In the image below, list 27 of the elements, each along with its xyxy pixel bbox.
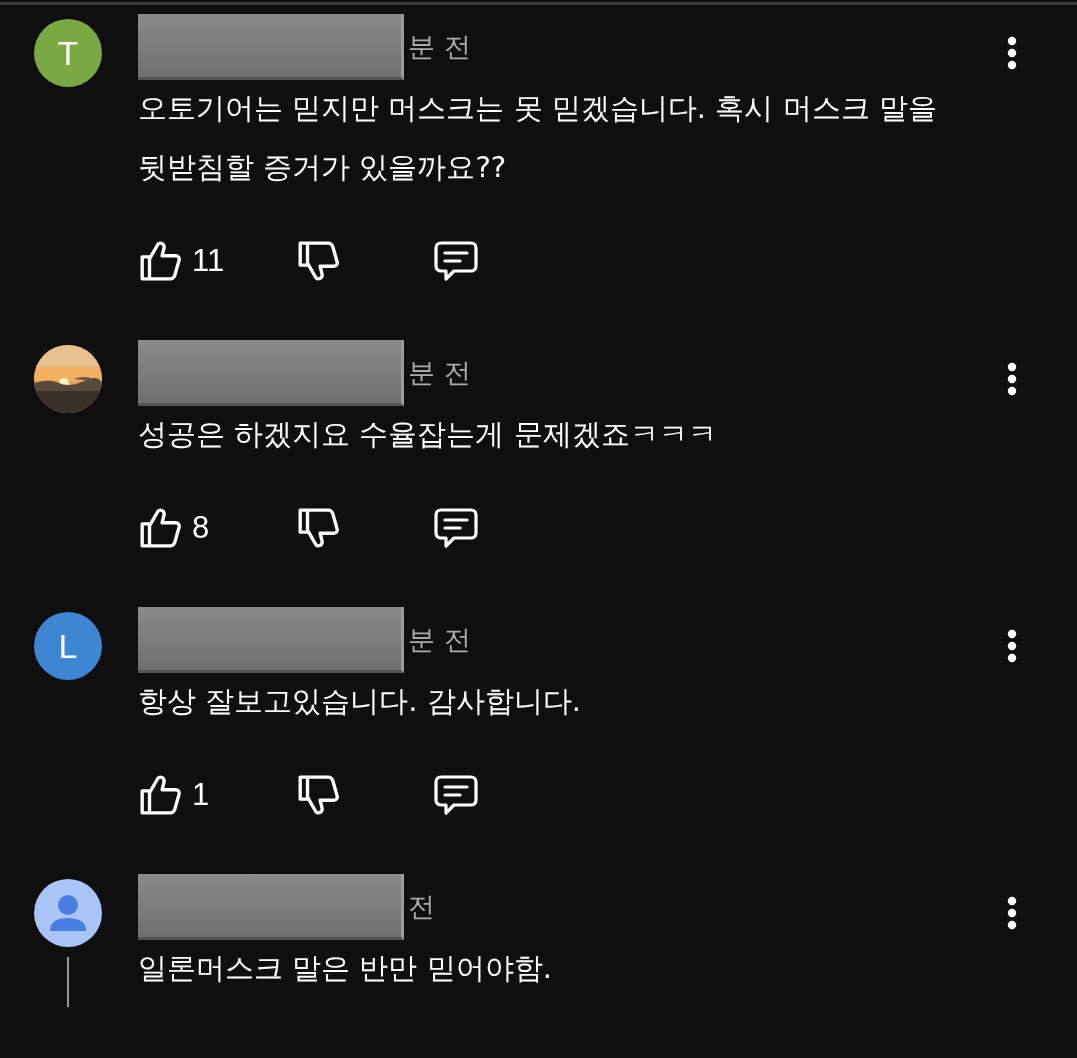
like-count: 1	[192, 777, 210, 813]
comment-time: 분 전	[408, 623, 471, 657]
thumbs-up-icon[interactable]	[138, 773, 182, 817]
avatar[interactable]: T	[34, 19, 102, 87]
thumbs-up-icon[interactable]	[138, 239, 182, 283]
thumbs-down-icon[interactable]	[296, 506, 340, 550]
reply-icon[interactable]	[432, 239, 480, 283]
reply-icon[interactable]	[432, 773, 480, 817]
thumbs-down-icon[interactable]	[296, 773, 340, 817]
more-menu-icon[interactable]	[1006, 895, 1018, 931]
thumbs-up-icon[interactable]	[138, 506, 182, 550]
more-menu-icon[interactable]	[1006, 35, 1018, 71]
comment-time: 전	[408, 890, 435, 924]
like-count: 11	[192, 243, 225, 279]
avatar-silhouette-icon[interactable]	[34, 879, 102, 947]
like-count: 8	[192, 510, 210, 546]
comment-time: 분 전	[408, 30, 471, 64]
comment-text: 일론머스크 말은 반만 믿어야함.	[138, 950, 553, 987]
comment-time: 분 전	[408, 356, 471, 390]
thumbs-down-icon[interactable]	[296, 239, 340, 283]
more-menu-icon[interactable]	[1006, 628, 1018, 664]
comment-text: 성공은 하겠지요 수율잡는게 문제겠죠ㅋㅋㅋ	[138, 416, 718, 453]
comment-text: 항상 잘보고있습니다. 감사합니다.	[138, 683, 582, 720]
comment-text: 오토기어는 믿지만 머스크는 못 믿겠습니다. 혹시 머스크 말을 뒷받침할 증거가 있을까요??	[138, 90, 938, 186]
avatar[interactable]: L	[34, 612, 102, 680]
more-menu-icon[interactable]	[1006, 361, 1018, 397]
reply-icon[interactable]	[432, 506, 480, 550]
